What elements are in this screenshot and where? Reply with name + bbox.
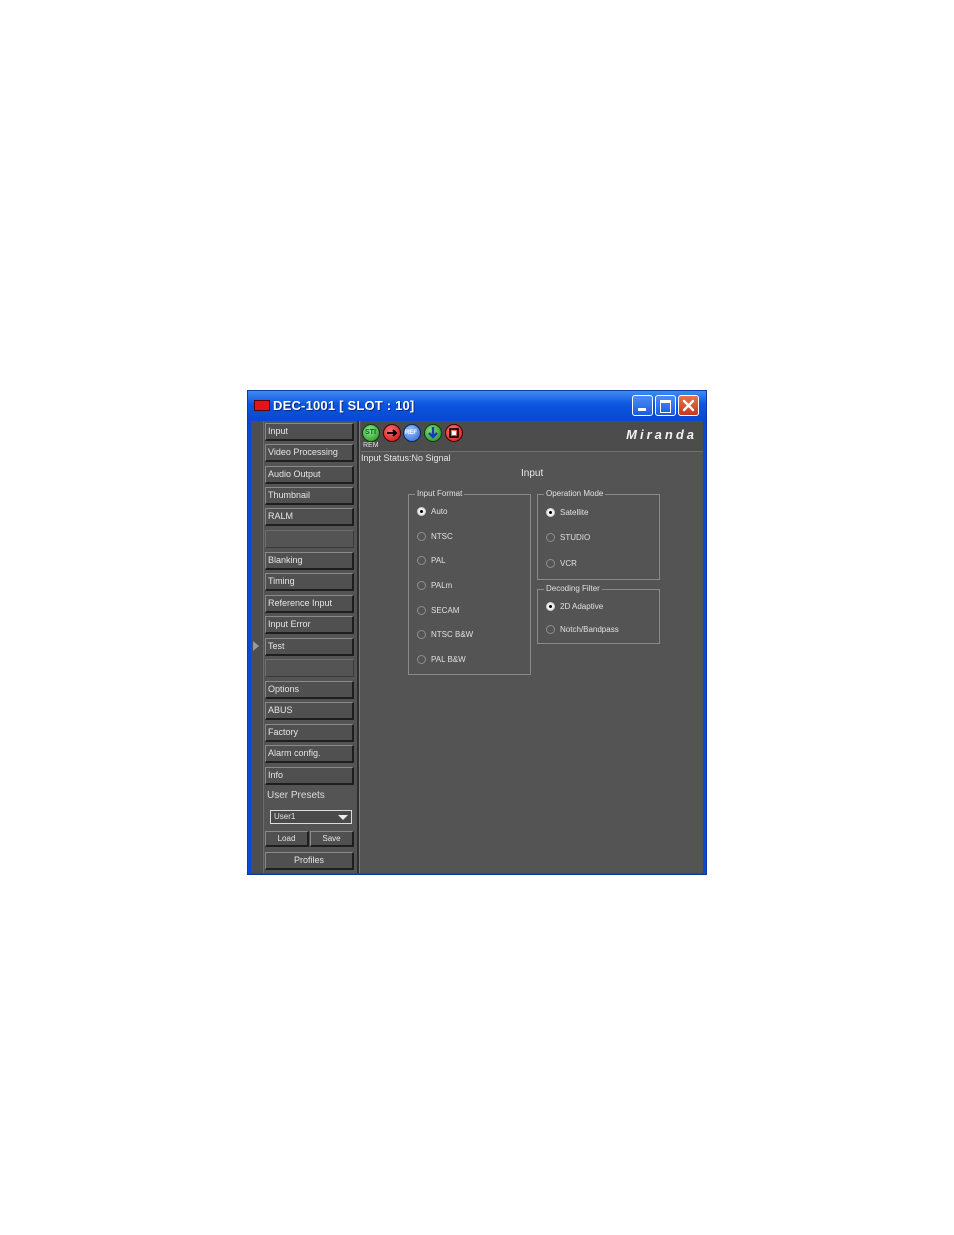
radio-label: VCR xyxy=(560,559,577,568)
main-panel: STI REM REF Miranda Input Status:No Sign… xyxy=(361,421,703,873)
input-format-label: Input Format xyxy=(415,488,465,500)
radio-label: Satellite xyxy=(560,508,589,517)
radio-label: Notch/Bandpass xyxy=(560,625,619,634)
input-status-text: Input Status:No Signal xyxy=(361,453,451,463)
nav-input[interactable]: Input xyxy=(265,423,354,441)
nav-options[interactable]: Options xyxy=(265,681,354,699)
page-title: Input xyxy=(521,468,544,479)
nav-timing[interactable]: Timing xyxy=(265,573,354,591)
close-icon xyxy=(682,399,695,412)
panel-expander-strip[interactable] xyxy=(251,421,264,873)
thumbnail-status-icon[interactable] xyxy=(445,424,463,442)
radio-label: PAL B&W xyxy=(431,655,466,664)
nav-thumbnail[interactable]: Thumbnail xyxy=(265,487,354,505)
nav-blanking[interactable]: Blanking xyxy=(265,552,354,570)
profiles-button[interactable]: Profiles xyxy=(265,852,354,870)
operation-mode-group: Operation Mode Satellite STUDIO VCR xyxy=(537,488,660,580)
radio-circle[interactable] xyxy=(546,625,555,634)
radio-circle[interactable] xyxy=(546,602,555,611)
radio-circle[interactable] xyxy=(417,581,426,590)
radio-label: PAL xyxy=(431,556,446,565)
radio-circle[interactable] xyxy=(546,533,555,542)
load-button[interactable]: Load xyxy=(265,831,309,847)
client-area: Input Video Processing Audio Output Thum… xyxy=(251,421,703,873)
operation-mode-label: Operation Mode xyxy=(544,488,606,500)
radio-label: 2D Adaptive xyxy=(560,602,604,611)
radio-circle[interactable] xyxy=(546,559,555,568)
radio-label: SECAM xyxy=(431,606,460,615)
window-title: DEC-1001 [ SLOT : 10] xyxy=(273,398,415,413)
minimize-button[interactable] xyxy=(632,395,653,416)
output-down-arrow-icon[interactable] xyxy=(424,424,442,442)
app-window: DEC-1001 [ SLOT : 10] Input Video Proces… xyxy=(247,390,707,875)
panel-divider xyxy=(357,421,360,873)
dropdown-arrow-icon[interactable] xyxy=(338,815,348,820)
radio-label: NTSC B&W xyxy=(431,630,474,639)
rem-label: REM xyxy=(363,442,379,449)
expand-arrow-icon[interactable] xyxy=(253,641,259,651)
radio-circle[interactable] xyxy=(417,556,426,565)
nav-factory[interactable]: Factory xyxy=(265,724,354,742)
nav-ralm[interactable]: RALM xyxy=(265,508,354,526)
nav-spacer xyxy=(265,530,354,548)
status-toolbar: STI REM REF Miranda xyxy=(361,421,703,452)
nav-reference-input[interactable]: Reference Input xyxy=(265,595,354,613)
radio-circle[interactable] xyxy=(546,508,555,517)
input-format-group: Input Format Auto NTSC PAL PALm SECAM NT… xyxy=(408,488,531,675)
nav-audio-output[interactable]: Audio Output xyxy=(265,466,354,484)
title-bar[interactable]: DEC-1001 [ SLOT : 10] xyxy=(248,391,706,421)
nav-spacer xyxy=(265,659,354,677)
decoding-filter-group: Decoding Filter 2D Adaptive Notch/Bandpa… xyxy=(537,583,660,644)
radio-label: Auto xyxy=(431,507,448,516)
radio-circle[interactable] xyxy=(417,655,426,664)
nav-video-processing[interactable]: Video Processing xyxy=(265,444,354,462)
maximize-button[interactable] xyxy=(655,395,676,416)
save-button[interactable]: Save xyxy=(310,831,354,847)
sti-status-icon[interactable]: STI xyxy=(362,424,380,442)
user-preset-select[interactable]: User1 xyxy=(270,810,352,824)
nav-alarm-config[interactable]: Alarm config. xyxy=(265,745,354,763)
user-presets-label: User Presets xyxy=(267,790,325,801)
radio-circle[interactable] xyxy=(417,606,426,615)
card-status-icon xyxy=(254,400,270,411)
input-arrow-icon[interactable] xyxy=(383,424,401,442)
radio-label: PALm xyxy=(431,581,453,590)
radio-circle[interactable] xyxy=(417,507,426,516)
radio-circle[interactable] xyxy=(417,630,426,639)
nav-abus[interactable]: ABUS xyxy=(265,702,354,720)
radio-circle[interactable] xyxy=(417,532,426,541)
close-button[interactable] xyxy=(678,395,699,416)
radio-label: STUDIO xyxy=(560,533,591,542)
preset-selected-value: User1 xyxy=(274,812,296,821)
reference-status-icon[interactable]: REF xyxy=(403,424,421,442)
radio-label: NTSC xyxy=(431,532,453,541)
decoding-filter-label: Decoding Filter xyxy=(544,583,602,595)
nav-info[interactable]: Info xyxy=(265,767,354,785)
miranda-logo: Miranda xyxy=(626,427,697,442)
nav-input-error[interactable]: Input Error xyxy=(265,616,354,634)
nav-test[interactable]: Test xyxy=(265,638,354,656)
